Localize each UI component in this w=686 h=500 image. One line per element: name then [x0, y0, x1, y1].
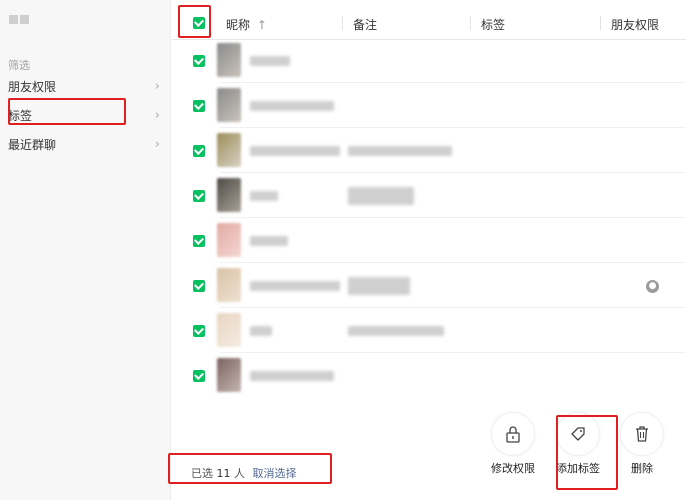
- avatar: [217, 178, 241, 212]
- table-row[interactable]: ●: [172, 263, 686, 308]
- row-checkbox[interactable]: [193, 325, 205, 337]
- nickname-blurred: [250, 101, 334, 111]
- add-tag-label: 添加标签: [556, 462, 600, 475]
- chevron-right-icon: ›: [154, 79, 160, 94]
- table-header: 昵称 ↑ 备注 标签 朋友权限: [172, 6, 686, 40]
- nickname-blurred: [250, 236, 288, 246]
- table-row[interactable]: [172, 308, 686, 353]
- add-tag-button[interactable]: 添加标签: [553, 412, 603, 476]
- table-row[interactable]: [172, 353, 686, 398]
- sidebar: 筛选 朋友权限 › 标签 › 最近群聊 ›: [0, 0, 171, 500]
- selected-unit: 人: [234, 467, 245, 480]
- column-nickname-label: 昵称: [226, 18, 251, 32]
- delete-button[interactable]: 删除: [617, 412, 667, 476]
- selected-count: 11: [216, 467, 231, 480]
- select-all-checkbox[interactable]: [193, 17, 205, 29]
- nickname-blurred: [250, 56, 290, 66]
- selected-prefix: 已选: [191, 467, 213, 480]
- column-remark[interactable]: 备注: [353, 16, 377, 33]
- column-tag[interactable]: 标签: [481, 16, 505, 33]
- nickname-blurred: [250, 191, 278, 201]
- table-row[interactable]: [172, 218, 686, 263]
- row-checkbox[interactable]: [193, 100, 205, 112]
- column-divider: [342, 16, 343, 30]
- remark-blurred: [348, 277, 410, 295]
- avatar: [217, 268, 241, 302]
- sidebar-header-blurred: [8, 14, 48, 40]
- sidebar-item-friend-permission[interactable]: 朋友权限 ›: [0, 74, 170, 100]
- table-row[interactable]: [172, 38, 686, 83]
- avatar: [217, 223, 241, 257]
- delete-label: 删除: [631, 462, 653, 475]
- chevron-right-icon: ›: [154, 137, 160, 152]
- table-row[interactable]: [172, 128, 686, 173]
- row-checkbox[interactable]: [193, 370, 205, 382]
- modify-permission-button[interactable]: 修改权限: [488, 412, 538, 476]
- sidebar-item-label: 最近群聊: [8, 138, 57, 152]
- table-row[interactable]: [172, 83, 686, 128]
- sidebar-item-label: 朋友权限: [8, 80, 57, 94]
- avatar: [217, 88, 241, 122]
- modify-permission-label: 修改权限: [491, 462, 535, 475]
- lock-icon: [491, 412, 535, 456]
- column-divider: [470, 16, 471, 30]
- column-nickname[interactable]: 昵称 ↑: [226, 16, 267, 33]
- remark-blurred: [348, 187, 414, 205]
- column-permission[interactable]: 朋友权限: [611, 16, 659, 33]
- sort-arrow-icon: ↑: [256, 18, 267, 32]
- row-checkbox[interactable]: [193, 145, 205, 157]
- nickname-blurred: [250, 146, 340, 156]
- sidebar-item-label: 标签: [8, 109, 33, 123]
- nickname-blurred: [250, 281, 340, 291]
- cancel-selection-link[interactable]: 取消选择: [253, 467, 297, 480]
- sidebar-item-tags[interactable]: 标签 ›: [0, 103, 170, 129]
- table-row[interactable]: [172, 173, 686, 218]
- row-checkbox[interactable]: [193, 190, 205, 202]
- chevron-right-icon: ›: [154, 108, 160, 123]
- remark-blurred: [348, 146, 452, 156]
- filter-label: 筛选: [8, 59, 30, 72]
- selection-summary: 已选 11 人 取消选择: [191, 465, 297, 481]
- remark-blurred: [348, 326, 444, 336]
- row-checkbox[interactable]: [193, 55, 205, 67]
- nickname-blurred: [250, 371, 334, 381]
- avatar: [217, 358, 241, 392]
- avatar: [217, 133, 241, 167]
- avatar: [217, 43, 241, 77]
- avatar: [217, 313, 241, 347]
- info-icon[interactable]: ●: [646, 280, 659, 293]
- trash-icon: [620, 412, 664, 456]
- column-divider: [600, 16, 601, 30]
- row-checkbox[interactable]: [193, 280, 205, 292]
- tag-icon: [556, 412, 600, 456]
- nickname-blurred: [250, 326, 272, 336]
- sidebar-item-recent-groups[interactable]: 最近群聊 ›: [0, 132, 170, 158]
- row-checkbox[interactable]: [193, 235, 205, 247]
